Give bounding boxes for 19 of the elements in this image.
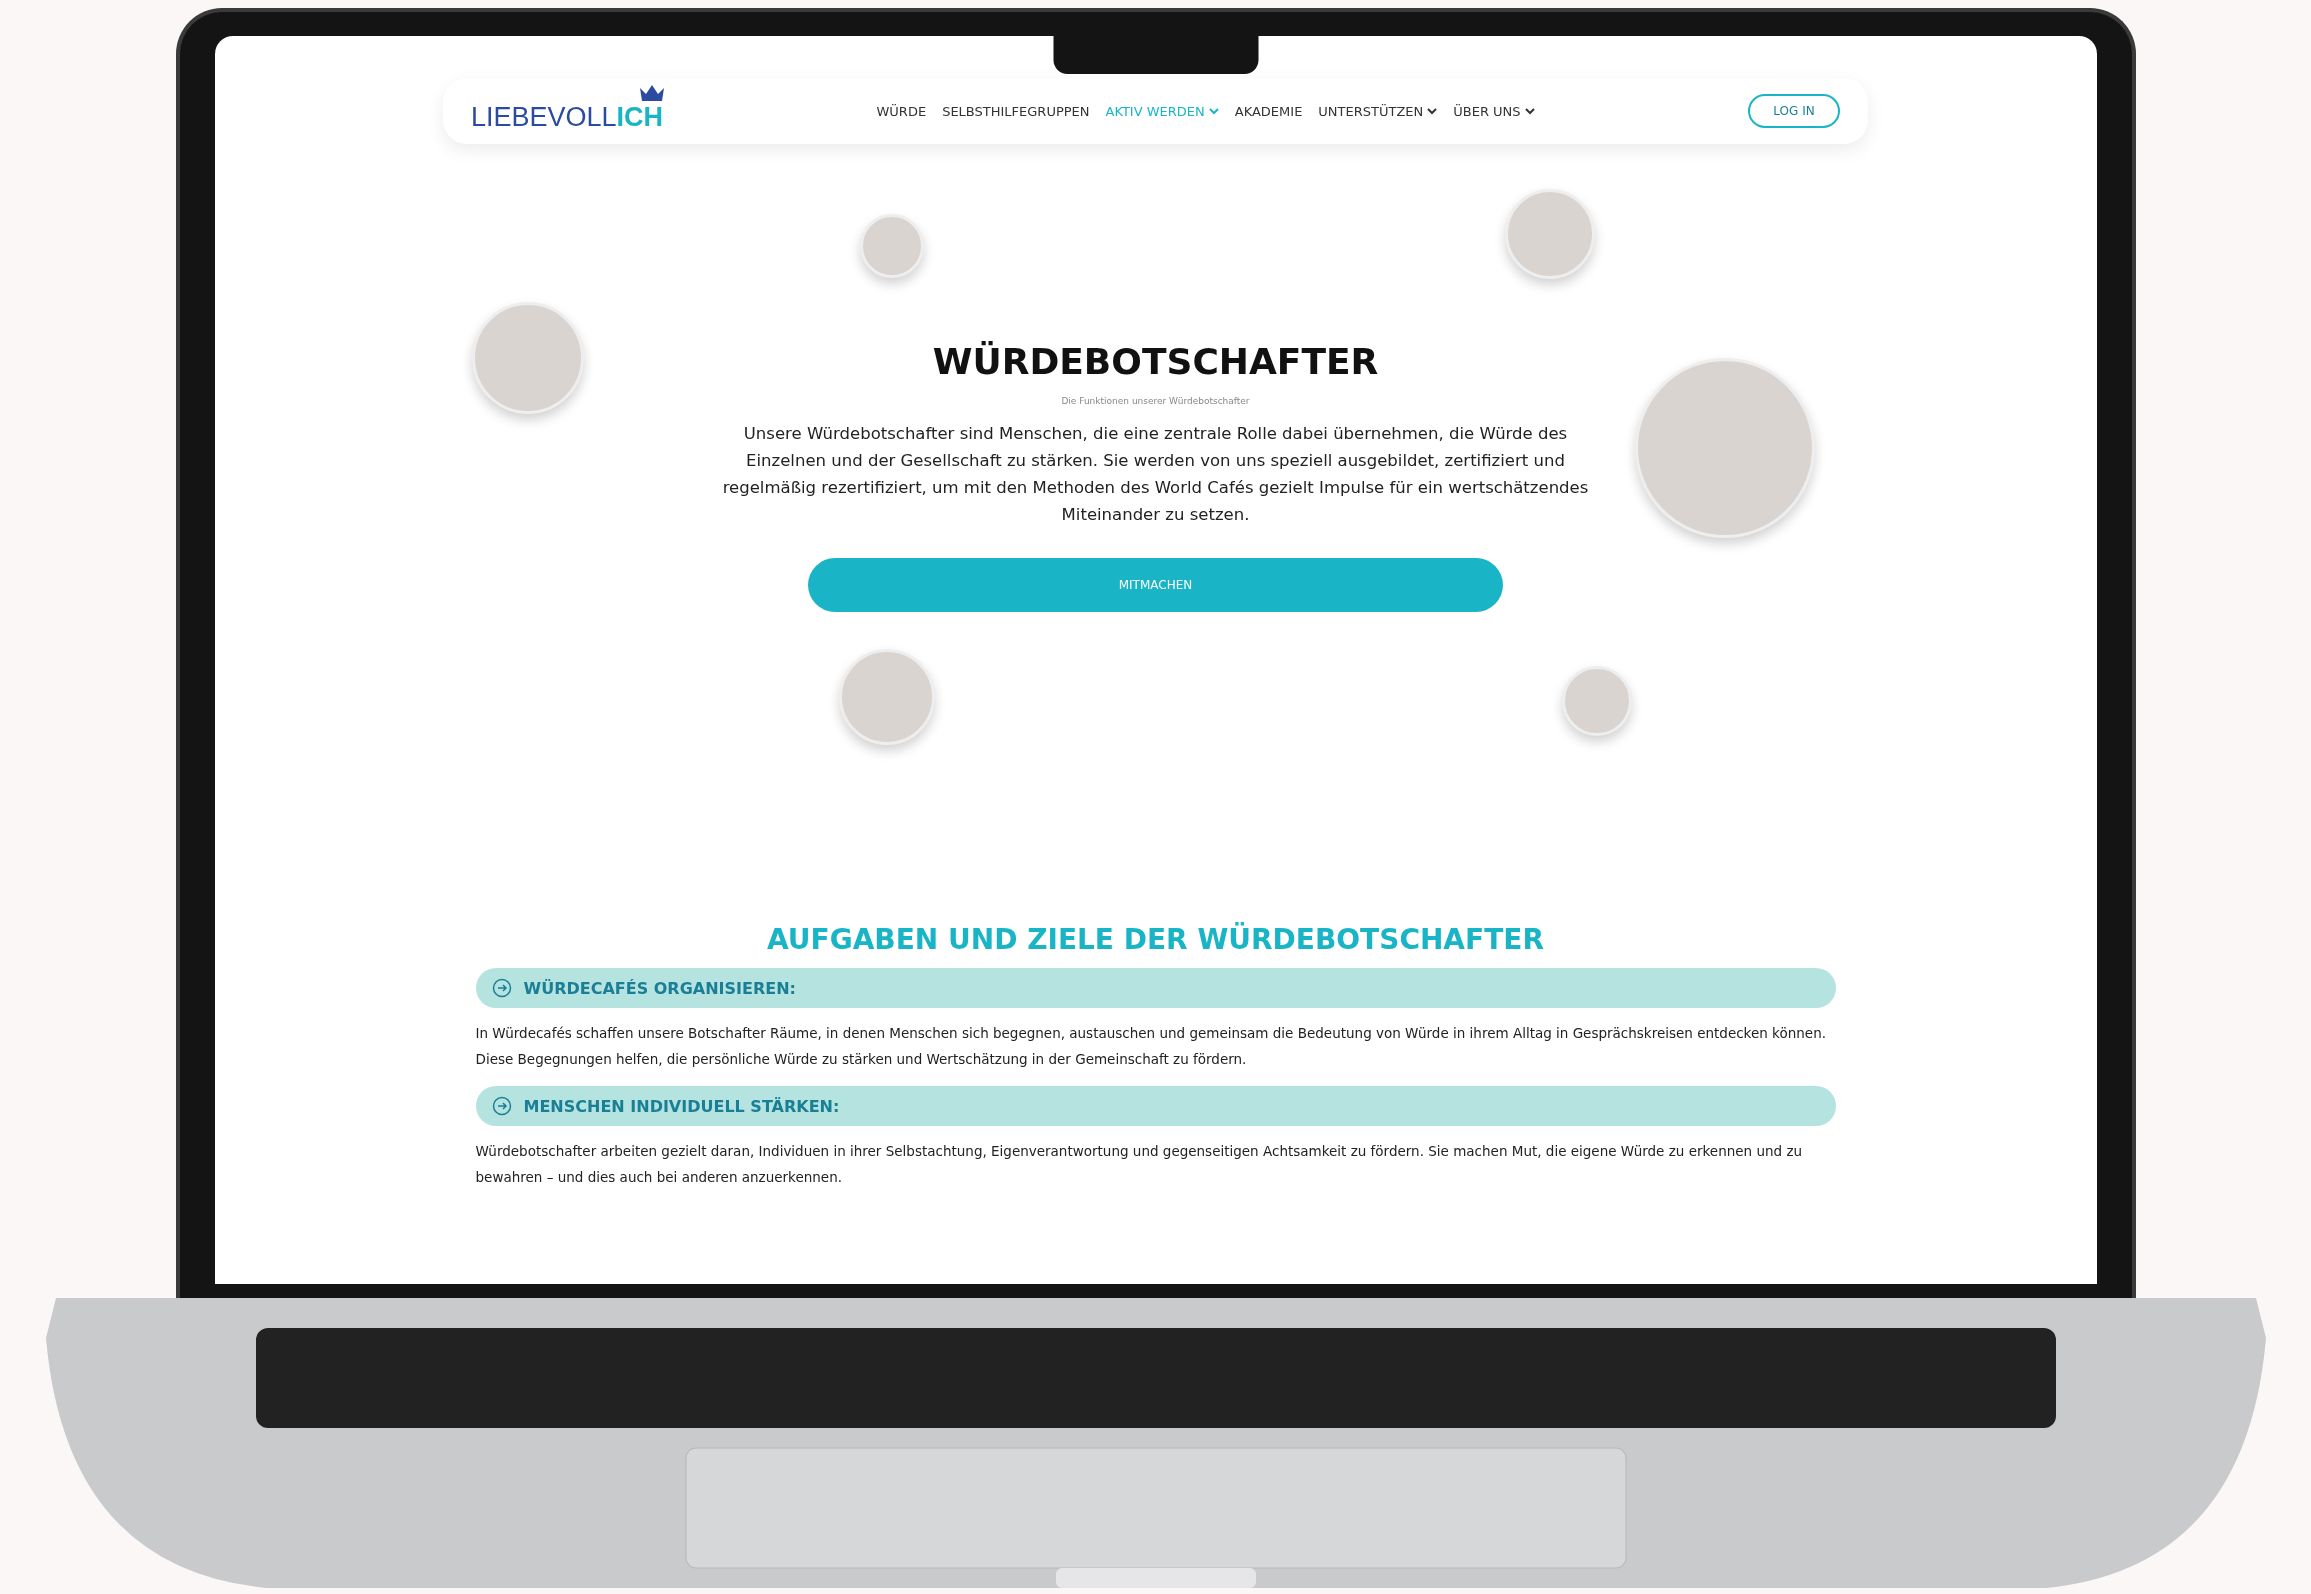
section-heading: AUFGABEN UND ZIELE DER WÜRDEBOTSCHAFTER: [767, 924, 1544, 956]
accordion-text: Würdebotschafter arbeiten gezielt daran, Individuen in ihrer Selbstachtung, Eigenverantwortung und gegenseitigen Achtsamkeit zu fördern. Sie machen Mut, die eigene Würde zu erkennen und zu bewahren – und dies auch bei anderen anzuerkennen.: [475, 1142, 1804, 1187]
avatar-placeholder: [859, 214, 924, 278]
nav-link[interactable]: ÜBER UNS: [1453, 103, 1535, 119]
chevron-down-icon: [1427, 107, 1438, 115]
chevron-down-icon: [1524, 107, 1535, 115]
nav-link[interactable]: AKADEMIE: [1234, 103, 1303, 119]
login-button[interactable]: LOG IN: [1748, 94, 1840, 128]
intro-paragraph: Unsere Würdebotschafter sind Menschen, die eine zentrale Rolle dabei übernehmen, die Würde des Einzelnen und der Gesellschaft zu stärken. Sie werden von uns speziell ausgebildet, zertifiziert und regelmäßig rezertifiziert, um mit den Methoden des World Cafés gezielt Impulse für ein wertschätzendes Miteinander zu setzen.: [721, 423, 1590, 526]
page-title: WÜRDEBOTSCHAFTER: [932, 341, 1379, 382]
nav-link[interactable]: SELBSTHILFEGRUPPEN: [942, 103, 1090, 119]
arrow-circle-icon: [491, 1096, 512, 1116]
accordion-text: In Würdecafés schaffen unsere Botschafter Räume, in denen Menschen sich begegnen, austauschen und gemeinsam die Bedeutung von Würde in ihrem Alltag in Gesprächskreisen entdecken können. Diese Begegnungen helfen, die persönliche Würde zu stärken und Wertschätzung in der Gemeinschaft zu fördern.: [475, 1024, 1827, 1069]
nav-link[interactable]: UNTERSTÜTZEN: [1318, 103, 1438, 119]
subtitle: Die Funktionen unserer Würdebotschafter: [1061, 396, 1250, 406]
chevron-down-icon: [1208, 107, 1219, 115]
arrow-circle-icon: [491, 978, 512, 998]
avatar-placeholder: [1561, 666, 1632, 736]
nav-link[interactable]: WÜRDE: [876, 103, 927, 119]
